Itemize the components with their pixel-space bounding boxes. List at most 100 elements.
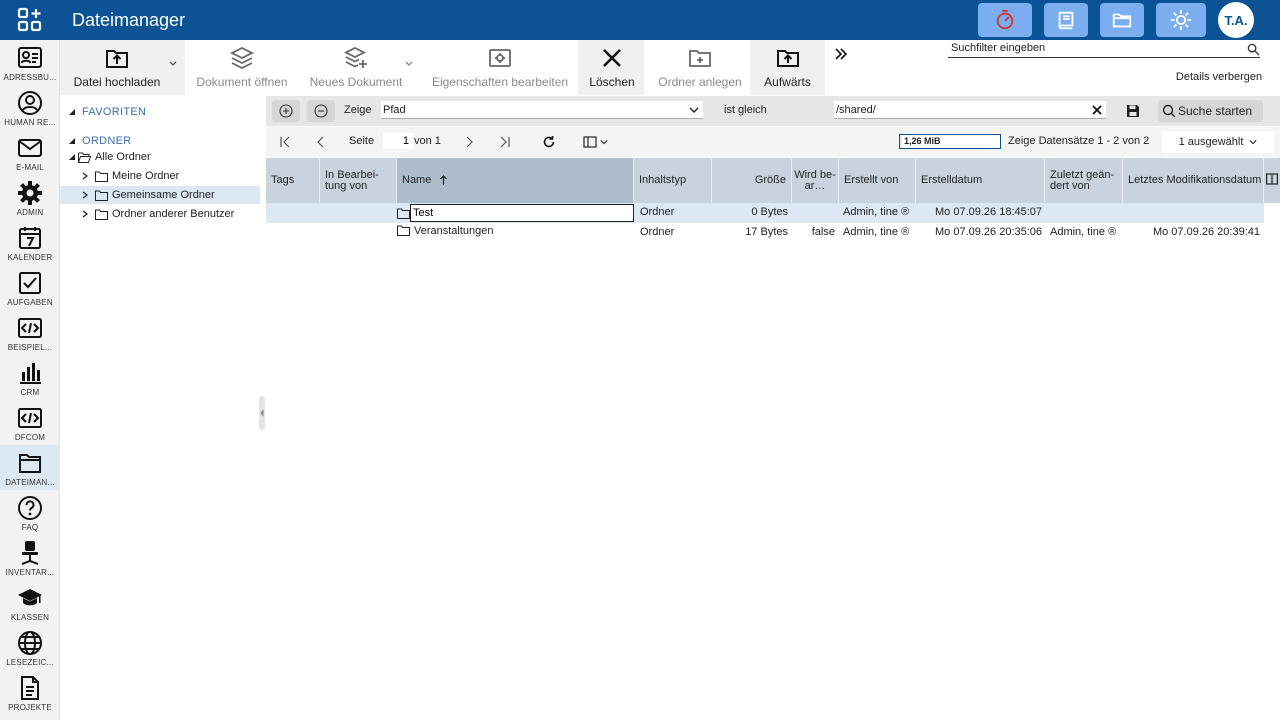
panel-splitter[interactable] (259, 396, 265, 430)
nav-label: LESEZEIC... (6, 658, 54, 667)
nav-item-bookmarks[interactable]: LESEZEIC... (0, 625, 60, 670)
book-button[interactable] (1044, 3, 1088, 37)
nav-item-inventory[interactable]: INVENTAR... (0, 535, 60, 580)
filter-value-text: /shared/ (836, 104, 876, 116)
nav-item-examples[interactable]: BEISPIEL... (0, 310, 60, 355)
chevron-down-icon (1249, 140, 1258, 145)
rename-input[interactable] (410, 204, 634, 222)
paging-bar: Seite von 1 1,26 MiB Zeige Datensätze 1 … (266, 127, 1280, 157)
nav-label: ADRESSBU... (3, 73, 57, 82)
tree-section-favorites[interactable]: FAVORITEN (68, 106, 146, 118)
clear-icon[interactable] (1091, 104, 1103, 116)
previous-page-button[interactable] (308, 131, 334, 153)
nav-item-faq[interactable]: FAQ (0, 490, 60, 535)
cell-created-date: Mo 07.09.26 20:35:06 (935, 226, 1043, 238)
filter-operator[interactable]: ist gleich (724, 104, 767, 116)
new-document-button[interactable]: Neues Dokument (310, 40, 402, 95)
cell-content-type: Ordner (640, 226, 675, 238)
folder-button[interactable] (1100, 3, 1144, 37)
filter-field-value: Pfad (383, 104, 406, 116)
column-header-content-type[interactable]: Inhaltstyp (634, 158, 712, 203)
tree-node-all-folders[interactable]: Alle Ordner (60, 148, 260, 166)
nav-label: E-MAIL (16, 163, 44, 172)
column-chooser-button[interactable] (578, 131, 612, 153)
hide-details-button[interactable]: Details verbergen (1166, 68, 1272, 86)
search-filter-input[interactable] (948, 42, 1238, 54)
column-header-created-by[interactable]: Erstellt von (839, 158, 916, 203)
app-launcher-icon[interactable] (17, 7, 43, 33)
timer-button[interactable] (978, 3, 1032, 37)
chevron-down-icon[interactable] (168, 59, 178, 69)
filter-value-input[interactable]: /shared/ (834, 101, 1106, 119)
nav-item-crm[interactable]: CRM (0, 355, 60, 400)
nav-item-projects[interactable]: PROJEKTE (0, 670, 60, 715)
nav-item-tasks[interactable]: AUFGABEN (0, 265, 60, 310)
first-page-button[interactable] (272, 131, 298, 153)
filter-bar: Zeige Pfad ist gleich /shared/ Suche sta… (266, 96, 1280, 126)
column-header-size[interactable]: Größe (712, 158, 792, 203)
column-header-name-label: Name (402, 174, 432, 186)
upload-button[interactable]: Datei hochladen (70, 40, 164, 95)
selection-menu[interactable]: 1 ausgewählt (1162, 131, 1274, 153)
folders-label: ORDNER (82, 135, 132, 147)
filter-show-label: Zeige (344, 104, 372, 116)
page-number-input[interactable] (383, 133, 413, 149)
save-filter-button[interactable] (1120, 100, 1146, 122)
nav-item-filemanager[interactable]: DATEIMAN... (0, 445, 60, 490)
chevron-down-icon[interactable] (404, 59, 414, 69)
user-avatar[interactable]: T.A. (1218, 2, 1254, 38)
nav-label: FAQ (21, 523, 39, 532)
cell-created-by: Admin, tine ® (843, 206, 910, 218)
bar-chart-icon (20, 363, 41, 384)
code-icon (18, 408, 42, 428)
nav-item-classes[interactable]: KLASSEN (0, 580, 60, 625)
column-header-tags[interactable]: Tags (266, 158, 320, 203)
column-header-name[interactable]: Name (397, 158, 634, 203)
last-page-button[interactable] (492, 131, 518, 153)
name-cell: Veranstaltungen (397, 224, 494, 237)
app-nav: ADRESSBU... HUMAN RE... E-MAIL ADMIN KAL… (0, 40, 60, 720)
column-header-modified-by[interactable]: Zuletzt geän-dert von (1045, 158, 1123, 203)
start-search-button[interactable]: Suche starten (1158, 100, 1263, 122)
new-folder-button[interactable]: Ordner anlegen (656, 40, 744, 95)
edit-properties-button[interactable]: Eigenschaften bearbeiten (432, 40, 568, 95)
table-row[interactable]: Ordner 0 Bytes Admin, tine ® Mo 07.09.26… (266, 203, 1264, 223)
open-document-button[interactable]: Dokument öffnen (196, 40, 288, 95)
nav-item-addressbook[interactable]: ADRESSBU... (0, 40, 60, 85)
search-icon[interactable] (1247, 43, 1260, 56)
column-header-modified-date[interactable]: Letztes Modifikationsdatum (1123, 158, 1264, 203)
columns-icon[interactable] (1266, 173, 1278, 185)
search-filter[interactable] (948, 42, 1260, 58)
quota-bar: 1,26 MiB (899, 134, 1001, 149)
tree-section-folders[interactable]: ORDNER (68, 135, 131, 147)
column-header-created-date[interactable]: Erstelldatum (916, 158, 1045, 203)
next-page-button[interactable] (456, 131, 482, 153)
refresh-icon (543, 136, 555, 148)
theme-button[interactable] (1156, 3, 1206, 37)
column-header-in-editing[interactable]: In Bearbei-tung von (320, 158, 397, 203)
columns-icon (582, 136, 597, 148)
open-document-label: Dokument öffnen (196, 75, 288, 89)
tree-node-other-users-folders[interactable]: Ordner anderer Benutzer (60, 205, 260, 223)
tree-node-shared-folders[interactable]: Gemeinsame Ordner (60, 186, 260, 204)
up-label: Aufwärts (764, 75, 811, 89)
nav-item-admin[interactable]: ADMIN (0, 175, 60, 220)
up-button[interactable]: Aufwärts (760, 40, 815, 95)
more-actions-icon[interactable] (834, 47, 848, 61)
delete-button[interactable]: Löschen (585, 40, 639, 95)
chair-icon (21, 541, 39, 565)
column-header-being-edited[interactable]: Wird be-ar… (792, 158, 839, 203)
table-row[interactable]: Veranstaltungen Ordner 17 Bytes false Ad… (266, 223, 1264, 243)
nav-item-calendar[interactable]: KALENDER (0, 220, 60, 265)
remove-filter-button[interactable] (307, 100, 335, 122)
filter-field-select[interactable]: Pfad (381, 101, 703, 119)
tree-node-my-folders[interactable]: Meine Ordner (60, 167, 260, 185)
code-icon (18, 318, 42, 338)
toolbar: Datei hochladen Dokument öffnen Neues Do… (60, 40, 1280, 95)
nav-label: INVENTAR... (5, 568, 55, 577)
nav-item-human-resources[interactable]: HUMAN RE... (0, 85, 60, 130)
refresh-button[interactable] (536, 131, 562, 153)
nav-item-dfcom[interactable]: DFCOM (0, 400, 60, 445)
add-filter-button[interactable] (272, 100, 300, 122)
nav-item-email[interactable]: E-MAIL (0, 130, 60, 175)
